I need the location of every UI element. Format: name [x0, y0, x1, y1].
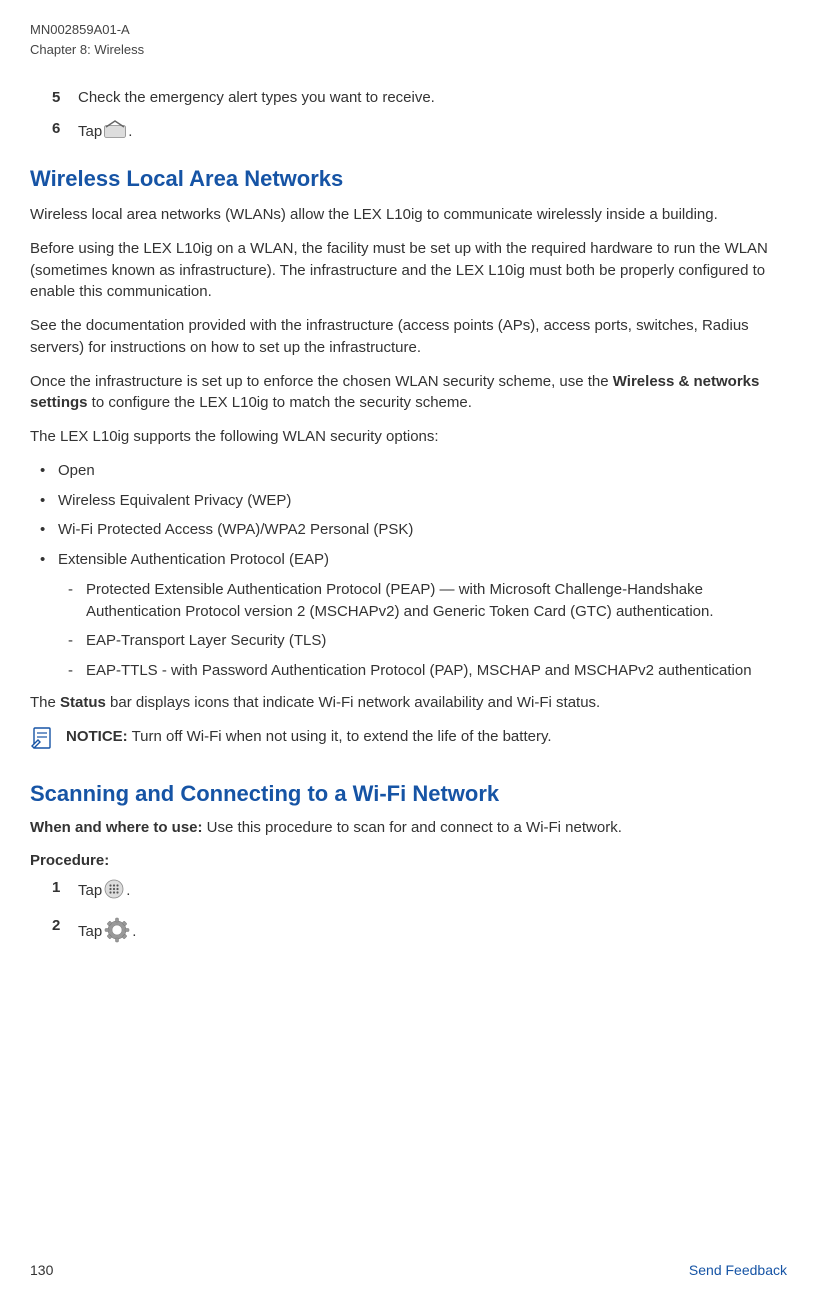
step-6: 6 Tap .: [52, 120, 787, 142]
chapter-title: Chapter 8: Wireless: [30, 40, 787, 60]
scan-step-2-text: Tap .: [78, 917, 136, 947]
when-text: Use this procedure to scan for and conne…: [203, 819, 622, 836]
list-item: EAP-Transport Layer Security (TLS): [58, 630, 787, 652]
when-label: When and where to use:: [30, 819, 203, 836]
wlan-p6-b: Status: [60, 694, 106, 711]
scan-step-2-suffix: .: [132, 923, 136, 940]
step-5-number: 5: [52, 89, 78, 106]
list-item: Extensible Authentication Protocol (EAP)…: [30, 549, 787, 682]
wlan-heading: Wireless Local Area Networks: [30, 166, 787, 192]
wlan-para-2: Before using the LEX L10ig on a WLAN, th…: [30, 238, 787, 303]
doc-id: MN002859A01-A: [30, 20, 787, 40]
list-item: Protected Extensible Authentication Prot…: [58, 579, 787, 623]
wlan-para-4: Once the infrastructure is set up to enf…: [30, 371, 787, 415]
wlan-p6-c: bar displays icons that indicate Wi-Fi n…: [106, 694, 600, 711]
list-item: Open: [30, 460, 787, 482]
step-6-text: Tap .: [78, 120, 132, 142]
step-6-prefix: Tap: [78, 123, 102, 140]
eap-sublist: Protected Extensible Authentication Prot…: [58, 579, 787, 682]
apps-icon: [104, 879, 124, 903]
wlan-p4-c: to configure the LEX L10ig to match the …: [88, 394, 472, 411]
list-item: Wi-Fi Protected Access (WPA)/WPA2 Person…: [30, 519, 787, 541]
wlan-para-6: The Status bar displays icons that indic…: [30, 692, 787, 714]
scan-step-1-prefix: Tap: [78, 882, 102, 899]
send-feedback-link[interactable]: Send Feedback: [689, 1262, 787, 1278]
wlan-p4-a: Once the infrastructure is set up to enf…: [30, 373, 613, 390]
scan-step-2-prefix: Tap: [78, 923, 102, 940]
step-6-number: 6: [52, 120, 78, 137]
scan-step-1: 1 Tap .: [52, 879, 787, 903]
notice-text: NOTICE: Turn off Wi-Fi when not using it…: [66, 726, 552, 747]
scan-step-1-suffix: .: [126, 882, 130, 899]
settings-icon: [104, 917, 130, 947]
notice-label: NOTICE:: [66, 728, 128, 745]
notice-block: NOTICE: Turn off Wi-Fi when not using it…: [30, 726, 787, 757]
step-5: 5 Check the emergency alert types you wa…: [52, 89, 787, 106]
wlan-options-list: Open Wireless Equivalent Privacy (WEP) W…: [30, 460, 787, 682]
notice-body: Turn off Wi-Fi when not using it, to ext…: [128, 728, 552, 745]
doc-header: MN002859A01-A Chapter 8: Wireless: [30, 20, 787, 59]
step-5-text: Check the emergency alert types you want…: [78, 89, 435, 106]
scan-step-2-number: 2: [52, 917, 78, 934]
notice-icon: [30, 726, 56, 757]
procedure-label: Procedure:: [30, 852, 787, 869]
wlan-p6-a: The: [30, 694, 60, 711]
scan-heading: Scanning and Connecting to a Wi-Fi Netwo…: [30, 781, 787, 807]
list-item: Wireless Equivalent Privacy (WEP): [30, 490, 787, 512]
scan-step-2: 2 Tap .: [52, 917, 787, 947]
wlan-para-5: The LEX L10ig supports the following WLA…: [30, 426, 787, 448]
page-footer: 130 Send Feedback: [30, 1262, 787, 1278]
when-use: When and where to use: Use this procedur…: [30, 819, 787, 836]
scan-step-1-number: 1: [52, 879, 78, 896]
wlan-para-1: Wireless local area networks (WLANs) all…: [30, 204, 787, 226]
list-item-text: Extensible Authentication Protocol (EAP): [58, 551, 329, 568]
wlan-para-3: See the documentation provided with the …: [30, 315, 787, 359]
list-item: EAP-TTLS - with Password Authentication …: [58, 660, 787, 682]
scan-step-1-text: Tap .: [78, 879, 130, 903]
home-icon: [104, 120, 126, 142]
page-number: 130: [30, 1262, 53, 1278]
step-6-suffix: .: [128, 123, 132, 140]
